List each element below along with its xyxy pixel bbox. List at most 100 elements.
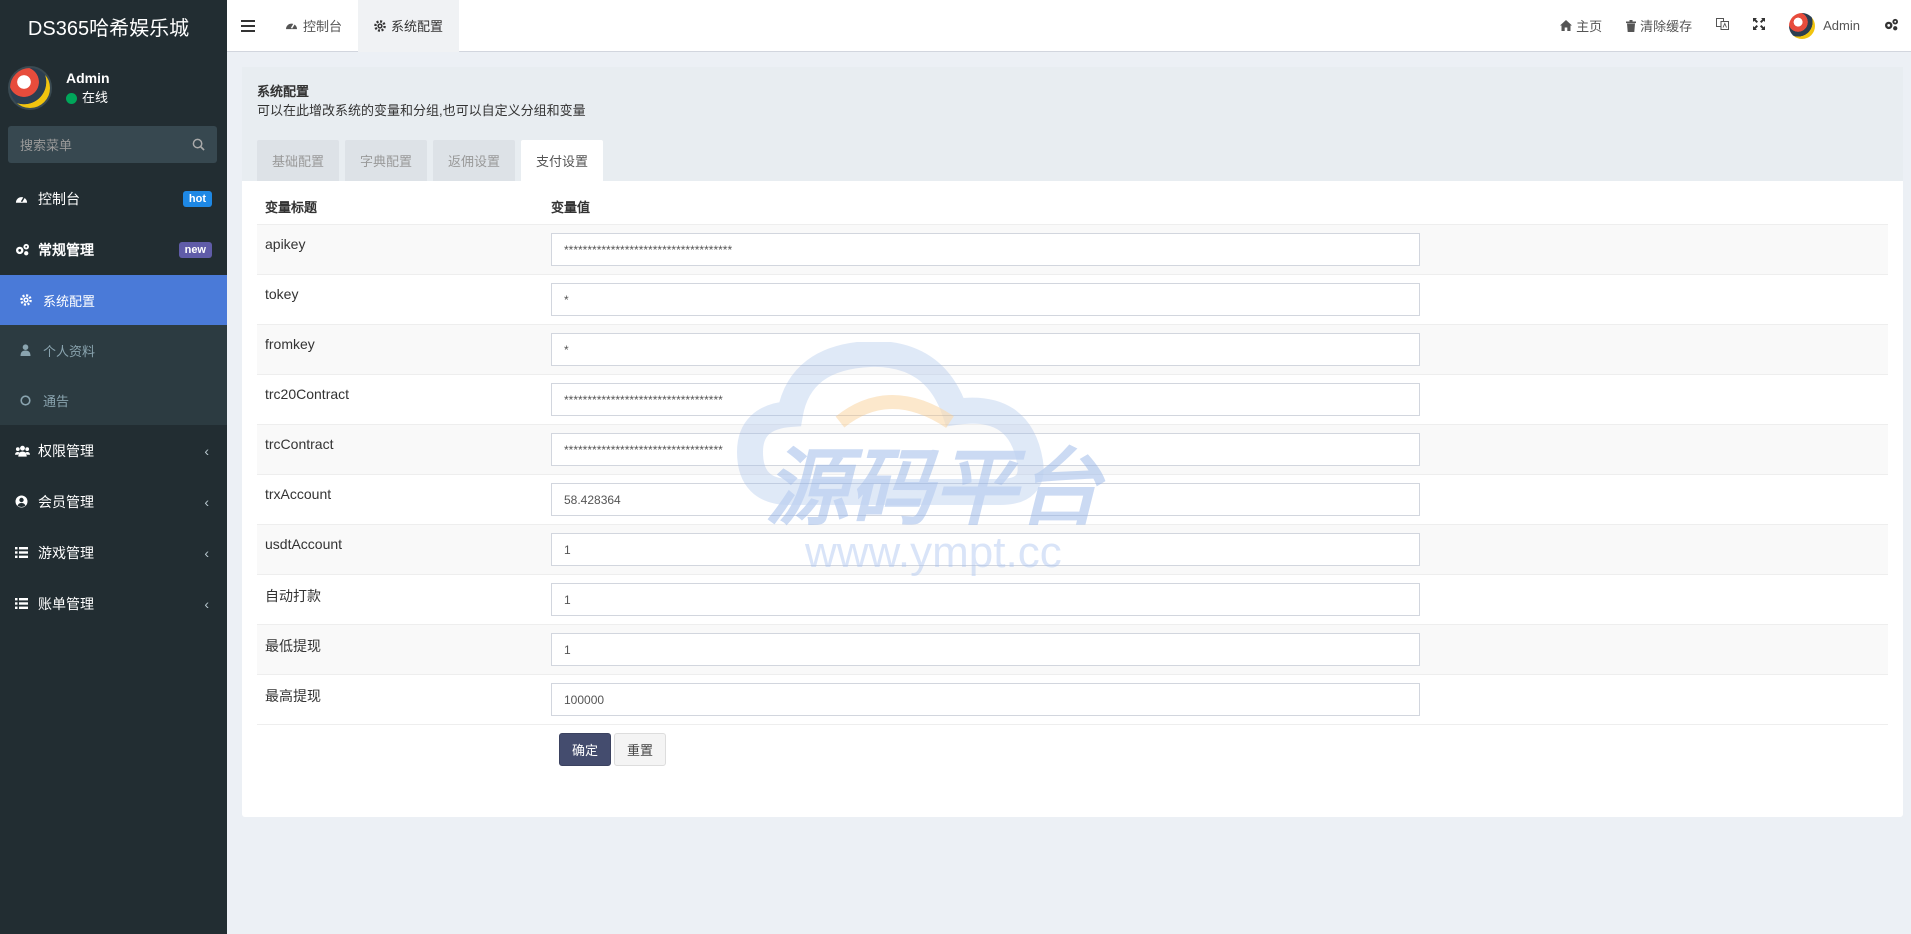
avatar — [8, 66, 52, 110]
chevron-left-icon: ‹ — [204, 493, 209, 510]
menu-search-input[interactable]: 搜索菜单 — [8, 126, 217, 163]
apikey-input[interactable]: ************************************ — [551, 233, 1420, 266]
column-header-title: 变量标题 — [265, 200, 318, 215]
sidebar-item-system-config[interactable]: 系统配置 — [0, 275, 227, 325]
hot-badge: hot — [182, 190, 212, 207]
table-row: 自动打款 1 — [257, 575, 1888, 625]
clear-cache-label: 清除缓存 — [1640, 19, 1693, 34]
reset-button[interactable]: 重置 — [614, 733, 667, 766]
sidebar-toggle-icon[interactable] — [227, 0, 269, 52]
row-label: apikey — [265, 236, 306, 252]
row-label: fromkey — [265, 336, 315, 352]
sidebar-item-label: 游戏管理 — [38, 544, 94, 561]
tab-payment[interactable]: 支付设置 — [521, 140, 604, 181]
tab-label: 控制台 — [303, 19, 343, 34]
usdt-account-input[interactable]: 1 — [551, 533, 1420, 566]
fullscreen-icon — [1753, 18, 1766, 33]
trc-contract-input[interactable]: ********************************** — [551, 433, 1420, 466]
user-panel: Admin 在线 — [0, 52, 227, 124]
form-actions: 确定 重置 — [257, 725, 1888, 766]
tab-dashboard[interactable]: 控制台 — [269, 0, 358, 52]
online-dot-icon — [66, 92, 77, 104]
group-icon — [15, 445, 35, 457]
config-tabs: 基础配置 字典配置 返佣设置 支付设置 — [257, 140, 609, 181]
config-panel: 系统配置 可以在此增改系统的变量和分组,也可以自定义分组和变量 基础配置 字典配… — [242, 67, 1903, 817]
table-header: 变量标题 变量值 — [257, 189, 1888, 225]
translate-icon — [1716, 18, 1730, 33]
settings-button[interactable] — [1872, 0, 1911, 52]
sidebar-item-label: 系统配置 — [43, 293, 96, 309]
search-placeholder: 搜索菜单 — [20, 138, 73, 153]
row-label: tokey — [265, 286, 299, 302]
row-label: 自动打款 — [265, 588, 321, 604]
sidebar-item-label: 权限管理 — [38, 442, 94, 459]
home-icon — [1560, 20, 1573, 31]
chevron-left-icon: ‹ — [204, 595, 209, 612]
sidebar-item-label: 个人资料 — [43, 343, 96, 359]
tab-system-config[interactable]: 系统配置 — [358, 0, 460, 52]
gear-icon — [374, 19, 386, 32]
table-row: trxAccount 58.428364 — [257, 475, 1888, 525]
table-row: tokey * — [257, 275, 1888, 325]
row-label: 最低提现 — [265, 638, 321, 654]
submenu-general: 系统配置 个人资料 通告 — [0, 275, 227, 425]
top-navbar: 控制台 系统配置 主页 清除缓存 Admin — [227, 0, 1911, 52]
tab-basic[interactable]: 基础配置 — [257, 140, 340, 181]
sidebar-item-members[interactable]: 会员管理 ‹ — [0, 476, 227, 527]
trash-icon — [1626, 19, 1637, 32]
cogs-icon — [1884, 18, 1899, 34]
home-link[interactable]: 主页 — [1548, 0, 1614, 52]
user-menu[interactable]: Admin — [1777, 0, 1872, 52]
row-label: trxAccount — [265, 486, 332, 502]
panel-header: 系统配置 可以在此增改系统的变量和分组,也可以自定义分组和变量 基础配置 字典配… — [242, 67, 1903, 181]
min-withdraw-input[interactable]: 1 — [551, 633, 1420, 666]
trc20-contract-input[interactable]: ********************************** — [551, 383, 1420, 416]
list-icon — [15, 598, 35, 609]
chevron-left-icon: ‹ — [204, 544, 209, 561]
tab-label: 系统配置 — [391, 19, 444, 34]
fromkey-input[interactable]: * — [551, 333, 1420, 366]
dashboard-icon — [15, 193, 35, 205]
auto-payout-input[interactable]: 1 — [551, 583, 1420, 616]
tab-commission[interactable]: 返佣设置 — [433, 140, 516, 181]
sidebar-item-bills[interactable]: 账单管理 ‹ — [0, 578, 227, 629]
sidebar-item-general[interactable]: 常规管理 new — [0, 224, 227, 275]
config-table: 变量标题 变量值 apikey *************************… — [257, 189, 1888, 766]
sidebar-item-label: 控制台 — [38, 190, 80, 207]
user-circle-icon — [15, 495, 35, 508]
sidebar-item-label: 常规管理 — [38, 241, 94, 258]
search-icon[interactable] — [192, 138, 205, 151]
table-row: trcContract *****************************… — [257, 425, 1888, 475]
user-status-text: 在线 — [82, 90, 109, 105]
sidebar-item-label: 会员管理 — [38, 493, 94, 510]
table-row: apikey **********************************… — [257, 225, 1888, 275]
trx-account-input[interactable]: 58.428364 — [551, 483, 1420, 516]
sidebar-item-games[interactable]: 游戏管理 ‹ — [0, 527, 227, 578]
clear-cache-button[interactable]: 清除缓存 — [1614, 0, 1704, 52]
tokey-input[interactable]: * — [551, 283, 1420, 316]
sidebar-item-permissions[interactable]: 权限管理 ‹ — [0, 425, 227, 476]
list-icon — [15, 547, 35, 558]
brand-logo[interactable]: DS365哈希娱乐城 — [0, 0, 227, 52]
dashboard-icon — [285, 20, 298, 31]
row-label: trc20Contract — [265, 386, 350, 402]
confirm-button[interactable]: 确定 — [559, 733, 612, 766]
avatar — [1789, 12, 1816, 39]
sidebar-item-profile[interactable]: 个人资料 — [0, 325, 227, 375]
sidebar-item-dashboard[interactable]: 控制台 hot — [0, 173, 227, 224]
home-label: 主页 — [1576, 19, 1603, 34]
circle-icon — [20, 394, 40, 406]
row-label: 最高提现 — [265, 688, 321, 704]
fullscreen-button[interactable] — [1741, 0, 1777, 52]
user-name: Admin — [66, 70, 110, 86]
max-withdraw-input[interactable]: 100000 — [551, 683, 1420, 716]
table-row: trc20Contract ***************************… — [257, 375, 1888, 425]
language-toggle[interactable] — [1704, 0, 1741, 52]
table-row: usdtAccount 1 — [257, 525, 1888, 575]
user-icon — [20, 344, 40, 356]
sidebar-item-notice[interactable]: 通告 — [0, 375, 227, 425]
sidebar-item-label: 通告 — [43, 393, 70, 409]
column-header-value: 变量值 — [551, 200, 591, 215]
tab-dictionary[interactable]: 字典配置 — [345, 140, 428, 181]
sidebar-item-label: 账单管理 — [38, 595, 94, 612]
